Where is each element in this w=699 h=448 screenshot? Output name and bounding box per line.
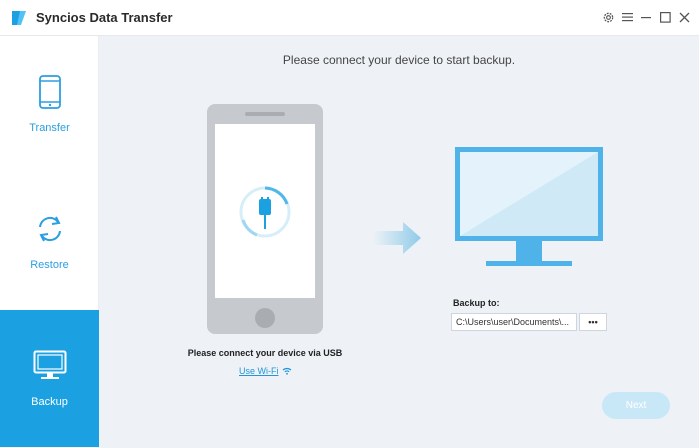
sidebar-item-label: Restore — [30, 259, 69, 271]
app-logo-icon — [12, 11, 26, 25]
phone-speaker — [245, 112, 285, 116]
computer-monitor-illustration — [455, 147, 603, 266]
sidebar-item-restore[interactable]: Restore — [0, 173, 99, 310]
minimize-icon[interactable] — [638, 9, 654, 25]
monitor-icon — [32, 348, 68, 384]
sidebar-item-label: Transfer — [29, 122, 70, 134]
app-title: Syncios Data Transfer — [36, 10, 173, 25]
title-bar: Syncios Data Transfer — [0, 0, 699, 36]
gear-icon[interactable] — [600, 9, 616, 25]
maximize-icon[interactable] — [657, 9, 673, 25]
phone-screen — [215, 124, 315, 298]
backup-to-label: Backup to: — [453, 298, 500, 308]
sidebar-item-transfer[interactable]: Transfer — [0, 36, 99, 173]
connect-usb-text: Please connect your device via USB — [187, 348, 343, 358]
sidebar-item-label: Backup — [31, 396, 68, 408]
usb-connecting-icon — [239, 186, 291, 238]
phone-illustration — [207, 104, 323, 334]
close-icon[interactable] — [676, 9, 692, 25]
instruction-text: Please connect your device to start back… — [282, 53, 516, 67]
backup-path-field[interactable]: C:\Users\user\Documents\... — [451, 313, 577, 331]
use-wifi-link[interactable]: Use Wi-Fi — [239, 366, 292, 376]
main-panel: Please connect your device to start back… — [99, 36, 699, 448]
arrow-right-icon — [373, 222, 421, 254]
refresh-icon — [32, 211, 68, 247]
use-wifi-label: Use Wi-Fi — [239, 366, 279, 376]
sidebar: Transfer Restore Backup — [0, 36, 99, 448]
phone-home-button — [255, 308, 275, 328]
sidebar-item-backup[interactable]: Backup — [0, 310, 99, 447]
wifi-icon — [282, 367, 291, 375]
phone-icon — [32, 74, 68, 110]
menu-icon[interactable] — [619, 9, 635, 25]
next-button[interactable]: Next — [602, 392, 670, 419]
browse-button[interactable]: ••• — [579, 313, 607, 331]
